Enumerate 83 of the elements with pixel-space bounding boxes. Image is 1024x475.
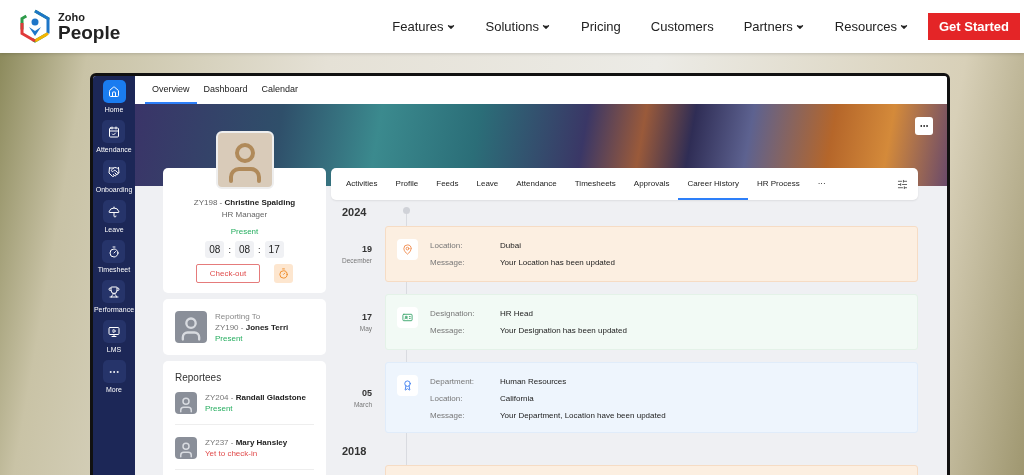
sidebar-item-icon xyxy=(108,85,120,98)
sidebar-icon-button[interactable] xyxy=(102,240,126,263)
sidebar-icon-button[interactable] xyxy=(102,120,126,143)
timer-digits: 08 xyxy=(205,241,225,258)
field-label: Message: xyxy=(430,258,466,267)
tab[interactable]: ··· xyxy=(808,168,835,200)
sidebar-item-icon xyxy=(108,165,120,178)
date-day: 19 xyxy=(362,244,372,254)
status-text: Yet to check-in xyxy=(205,449,259,458)
status-text: Present xyxy=(205,404,234,413)
tab[interactable]: Timesheets xyxy=(565,168,625,200)
field-label: Location: xyxy=(430,241,464,250)
sidebar-icon-button[interactable] xyxy=(102,280,126,303)
status-text: Present xyxy=(215,333,244,343)
field-value: Human Resources xyxy=(500,377,568,386)
field-label: Message: xyxy=(430,411,466,420)
sidebar-item-icon xyxy=(108,125,120,138)
employee-name: ZY198 - Christine Spalding xyxy=(193,198,296,207)
tab[interactable]: Dashboard xyxy=(196,76,255,104)
tab[interactable]: Feeds xyxy=(427,168,468,200)
tab[interactable]: Calendar xyxy=(254,76,306,104)
reporting-label: Reporting To xyxy=(215,311,262,321)
logo-title: People xyxy=(58,22,121,42)
more-button[interactable] xyxy=(915,117,933,135)
field-label: Department: xyxy=(430,377,476,386)
tab[interactable]: HR Process xyxy=(748,168,809,200)
logo-subtitle: Zoho xyxy=(58,11,86,23)
manager-name: ZY190 - Jones Terri xyxy=(215,322,289,332)
field-value: California xyxy=(500,394,535,403)
sidebar-icon-button[interactable] xyxy=(102,320,126,343)
avatar-placeholder xyxy=(175,437,197,459)
reportee-name: ZY237 - Mary Hansley xyxy=(205,438,288,447)
year-heading: 2024 xyxy=(342,206,368,220)
stopwatch-icon xyxy=(278,268,289,279)
sidebar-icon-button[interactable] xyxy=(102,80,126,103)
tab[interactable]: Approvals xyxy=(624,168,679,200)
logo-icon xyxy=(18,8,52,45)
photo-placeholder xyxy=(215,131,274,189)
avatar-placeholder xyxy=(175,311,207,343)
date-day: 17 xyxy=(362,312,372,322)
avatar-placeholder xyxy=(175,392,197,414)
nav-link[interactable]: Resources xyxy=(819,19,924,34)
nav-link[interactable]: Solutions xyxy=(470,19,567,34)
reportee-name: ZY204 - Randall Gladstone xyxy=(205,393,306,402)
year-heading: 2018 xyxy=(342,445,368,459)
status-text: Present xyxy=(230,227,259,236)
colon-separator: : xyxy=(228,244,231,255)
sidebar-icon-button[interactable] xyxy=(102,200,126,223)
award-icon xyxy=(402,380,413,391)
sidebar-item-icon xyxy=(108,285,120,298)
tab[interactable]: Activities xyxy=(337,168,387,200)
nav-link[interactable]: Pricing xyxy=(566,19,636,34)
colon-separator: : xyxy=(258,244,261,255)
sidebar-item-icon xyxy=(108,245,120,258)
field-value: Your Department, Location have been updated xyxy=(500,411,666,420)
get-started-button[interactable]: Get Started xyxy=(927,13,1020,40)
tab[interactable]: Attendance xyxy=(507,168,566,200)
check-out-button[interactable]: Check-out xyxy=(196,264,260,283)
field-label: Message: xyxy=(430,326,466,335)
nav-link[interactable]: Partners xyxy=(728,19,820,34)
sidebar-item-icon xyxy=(108,205,120,218)
map-pin-icon xyxy=(402,244,413,255)
tab[interactable]: Career History xyxy=(678,168,748,200)
card-title: Reportees xyxy=(175,372,223,383)
sidebar-item-icon xyxy=(108,325,120,338)
filter-icon[interactable] xyxy=(897,178,908,190)
field-label: Location: xyxy=(430,394,464,403)
timer-digits: 17 xyxy=(264,241,284,258)
timer-digits: 08 xyxy=(234,241,255,258)
timeline-dot xyxy=(403,207,410,214)
tab[interactable]: Profile xyxy=(386,168,428,200)
date-day: 05 xyxy=(362,387,372,398)
nav-link[interactable]: Features xyxy=(377,19,471,34)
field-value: Your Location has been updated xyxy=(500,258,615,267)
field-label: Designation: xyxy=(430,309,476,318)
field-value: Your Designation has been updated xyxy=(500,326,627,335)
field-value: HR Head xyxy=(500,309,534,318)
tab[interactable]: Leave xyxy=(467,168,508,200)
id-card-icon xyxy=(402,312,413,323)
nav-link[interactable]: Customers xyxy=(635,19,729,34)
employee-role: HR Manager xyxy=(221,210,268,219)
field-value: Dubai xyxy=(500,241,522,250)
sidebar-icon-button[interactable] xyxy=(102,160,126,183)
